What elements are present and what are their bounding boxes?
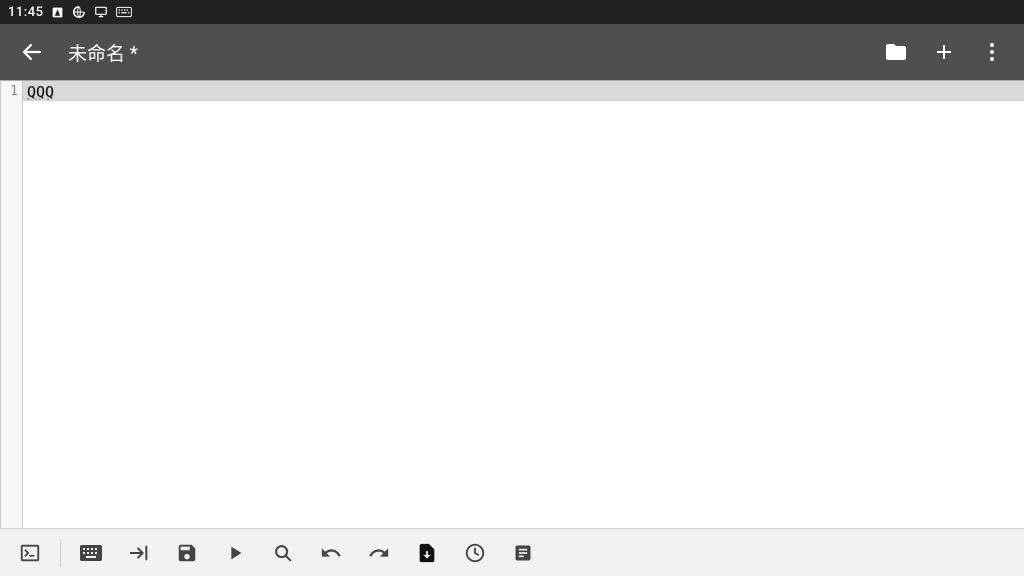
overflow-menu-button[interactable]: [968, 28, 1016, 76]
keyboard-button[interactable]: [69, 531, 113, 575]
status-bar: 11:45: [0, 0, 1024, 24]
back-button[interactable]: [8, 28, 56, 76]
display-icon: [94, 5, 108, 19]
toolbar-separator: [60, 539, 61, 567]
search-button[interactable]: [261, 531, 305, 575]
line-number-gutter: 1: [1, 81, 23, 528]
list-button[interactable]: [501, 531, 545, 575]
bottom-toolbar: [0, 528, 1024, 576]
editor-line[interactable]: QQQ: [23, 81, 1024, 101]
terminal-button[interactable]: [8, 531, 52, 575]
document-title: 未命名 *: [68, 39, 872, 66]
save-button[interactable]: [165, 531, 209, 575]
tab-indent-button[interactable]: [117, 531, 161, 575]
status-time: 11:45: [8, 5, 43, 20]
editor-area: 1 QQQ: [0, 80, 1024, 528]
keyboard-status-icon: [116, 6, 132, 18]
recent-button[interactable]: [453, 531, 497, 575]
status-icons: [51, 5, 132, 19]
run-button[interactable]: [213, 531, 257, 575]
browser-icon: [72, 5, 86, 19]
app-bar: 未命名 *: [0, 24, 1024, 80]
open-folder-button[interactable]: [872, 28, 920, 76]
new-file-button[interactable]: [920, 28, 968, 76]
editor-content[interactable]: QQQ: [23, 81, 1024, 528]
app-bar-actions: [872, 28, 1016, 76]
export-button[interactable]: [405, 531, 449, 575]
undo-button[interactable]: [309, 531, 353, 575]
redo-button[interactable]: [357, 531, 401, 575]
line-number: 1: [1, 83, 18, 101]
app-indicator-icon: [51, 6, 64, 19]
